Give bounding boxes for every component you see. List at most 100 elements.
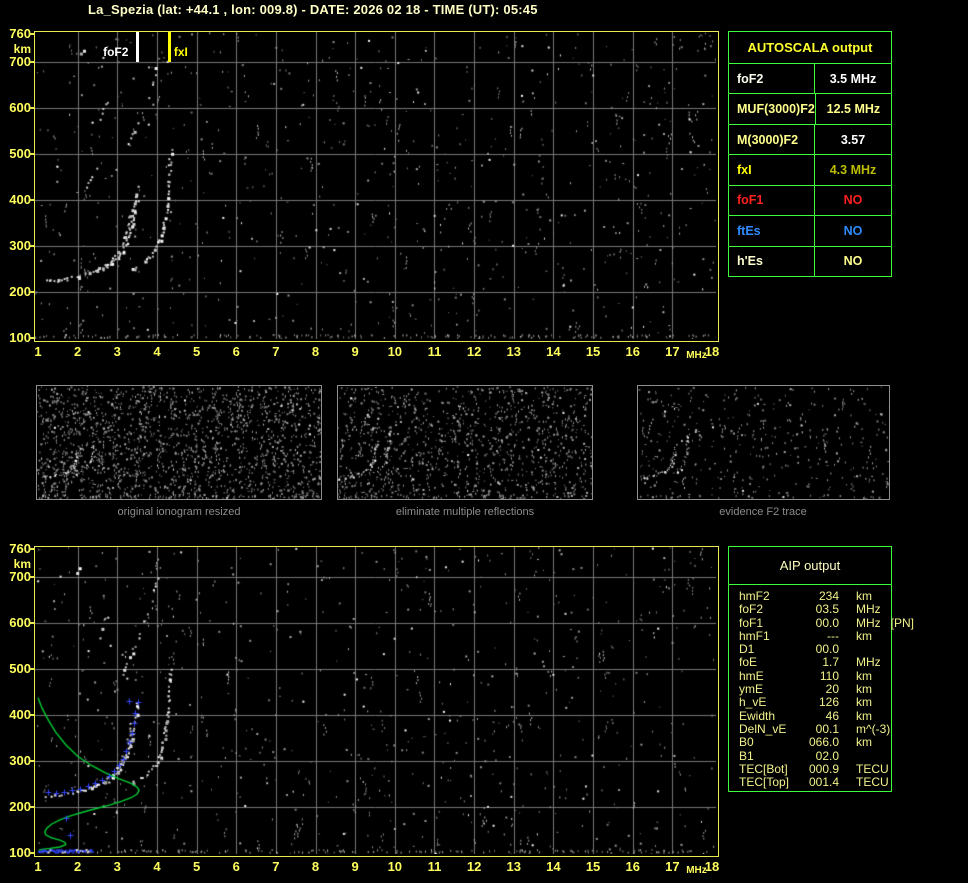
y-axis-tick-bottom: 760	[9, 541, 31, 556]
aip-row-unit: km	[856, 735, 872, 750]
fxi-marker-line	[167, 32, 171, 62]
aip-row-label: B1	[739, 748, 754, 763]
y-axis-tickmark-top	[29, 244, 34, 247]
aip-row-label: h_vE	[739, 695, 767, 710]
x-axis-tick-bottom: 4	[153, 859, 161, 874]
x-axis-unit-top: MHz	[686, 350, 707, 361]
autoscala-row-value: NO	[843, 223, 863, 238]
y-axis-tickmark-bottom	[29, 852, 34, 854]
autoscala-row-value: 4.3 MHz	[829, 162, 877, 177]
aip-row-label: TEC[Top]	[739, 775, 790, 790]
autoscala-row-ftes: ftEs NO	[729, 216, 891, 247]
autoscala-row-label: M(3000)F2	[729, 124, 815, 155]
y-axis-tick-bottom: 600	[9, 614, 31, 630]
autoscala-row-value: NO	[843, 193, 863, 208]
aip-row-unit: m^(-3)	[856, 721, 891, 736]
aip-row-b1: B1 02.0	[739, 748, 891, 763]
autoscala-table-rows: foF2 3.5 MHz MUF(3000)F2 12.5 MHz M(3000)F2 3…	[729, 64, 891, 276]
aip-row-label: DelN_vE	[739, 721, 787, 736]
aip-row-value: 20	[825, 682, 839, 697]
y-axis-tick-top: 500	[9, 145, 31, 161]
aip-row-label: hmF1	[739, 628, 770, 643]
bottom-ionogram-canvas	[35, 547, 716, 854]
page-title: La_Spezia (lat: +44.1 , lon: 009.8) - DA…	[88, 2, 538, 17]
y-axis-tickmark-top	[29, 152, 34, 155]
thumbnail-original-ionogram	[36, 385, 322, 500]
aip-row-label: D1	[739, 642, 755, 657]
autoscala-row-fof1: foF1 NO	[729, 185, 891, 217]
x-axis-tick-bottom: 12	[466, 859, 482, 874]
x-axis-tick-bottom: 7	[272, 859, 280, 874]
x-axis-tick-top: 4	[153, 344, 161, 359]
top-ionogram-canvas	[35, 32, 716, 339]
y-axis-tickmark-top	[29, 33, 34, 35]
aip-row-unit: km	[856, 682, 872, 697]
autoscala-row-label: h'Es	[729, 246, 815, 276]
y-axis-tickmark-bottom	[29, 548, 34, 550]
aip-row-delnve: DelN_vE 00.1 m^(-3)	[739, 721, 891, 736]
y-axis-tick-top: 400	[9, 191, 31, 207]
thumbnail-eliminate-reflections	[337, 385, 593, 500]
x-axis-tick-top: 18	[704, 344, 720, 359]
autoscala-row-value: 3.57	[840, 132, 866, 147]
x-axis-tick-top: 11	[427, 344, 442, 359]
autoscala-row-label: MUF(3000)F2	[729, 94, 816, 124]
y-axis-tick-top: 600	[9, 99, 31, 115]
autoscala-app-window: { "title": "La_Spezia (lat: +44.1 , lon:…	[0, 0, 968, 883]
autoscala-row-label: foF2	[729, 64, 815, 94]
y-axis-tickmark-bottom	[29, 713, 34, 716]
aip-row-tectop: TEC[Top] 001.4 TECU	[739, 775, 891, 790]
aip-row-value: 234	[818, 589, 839, 603]
aip-row-yme: ymE 20 km	[739, 682, 891, 697]
aip-row-label: hmE	[739, 668, 764, 683]
y-axis-tick-top: 700	[9, 53, 31, 69]
x-axis-tick-top: 13	[506, 344, 521, 359]
y-axis-tick-top: 100	[9, 330, 31, 345]
x-axis-tick-bottom: 3	[113, 859, 121, 874]
x-axis-tick-top: 5	[192, 344, 201, 359]
thumbnail-caption-eliminate: eliminate multiple reflections	[395, 506, 535, 518]
x-axis-tick-bottom: 6	[232, 859, 240, 874]
aip-row-label: hmF2	[739, 589, 770, 603]
x-axis-tick-top: 1	[34, 344, 42, 359]
x-axis-tick-top: 14	[546, 344, 561, 359]
y-axis-tickmark-top	[29, 290, 34, 293]
aip-row-unit: km	[856, 708, 872, 723]
thumbnail-caption-original: original ionogram resized	[117, 506, 241, 518]
thumbnail-eliminate-canvas	[338, 386, 592, 499]
aip-row-value: 02.0	[815, 748, 839, 763]
aip-row-unit: TECU	[856, 761, 889, 776]
x-axis-tick-top: 10	[387, 344, 403, 359]
y-axis-tickmark-top	[29, 198, 34, 201]
aip-row-unit: km	[856, 668, 872, 683]
aip-row-ewidth: Ewidth 46 km	[739, 708, 891, 723]
thumbnail-caption-evidence: evidence F2 trace	[719, 506, 807, 518]
thumbnail-original-canvas	[37, 386, 321, 499]
y-axis-tickmark-bottom	[29, 667, 34, 670]
thumbnail-evidence-f2	[637, 385, 890, 500]
y-axis-tickmark-top	[29, 106, 34, 109]
autoscala-row-value: NO	[843, 254, 863, 269]
fof2-marker-label: foF2	[103, 45, 129, 59]
aip-row-label: foE	[739, 655, 758, 670]
aip-row-label: ymE	[739, 682, 763, 697]
aip-row-label: TEC[Bot]	[739, 761, 788, 776]
aip-row-foe: foE 1.7 MHz	[739, 655, 891, 670]
aip-row-unit: MHz [PN]	[856, 615, 915, 630]
x-axis-tick-bottom: 17	[665, 859, 680, 874]
autoscala-row-value: 3.5 MHz	[829, 71, 877, 86]
aip-table-rows: hmF2 234 km foF2 03.5 MHz foF1 00.0 MHz [PN] hmF1…	[729, 585, 914, 790]
y-axis-tickmark-bottom	[29, 575, 34, 578]
aip-row-value: 03.5	[815, 602, 839, 617]
x-axis-tick-bottom: 2	[74, 859, 82, 874]
x-axis-tick-top: 9	[351, 344, 359, 359]
aip-row-unit: km	[856, 628, 872, 643]
aip-row-value: 00.0	[815, 642, 839, 657]
x-axis-tick-top: 15	[585, 344, 601, 359]
y-axis-tickmark-bottom	[29, 621, 34, 624]
autoscala-row-hes: h'Es NO	[729, 246, 891, 276]
x-axis-tick-bottom: 15	[585, 859, 601, 874]
autoscala-row-muf3000f2: MUF(3000)F2 12.5 MHz	[729, 94, 891, 125]
autoscala-row-label: foF1	[729, 185, 815, 216]
y-axis-tickmark-top	[29, 337, 34, 339]
